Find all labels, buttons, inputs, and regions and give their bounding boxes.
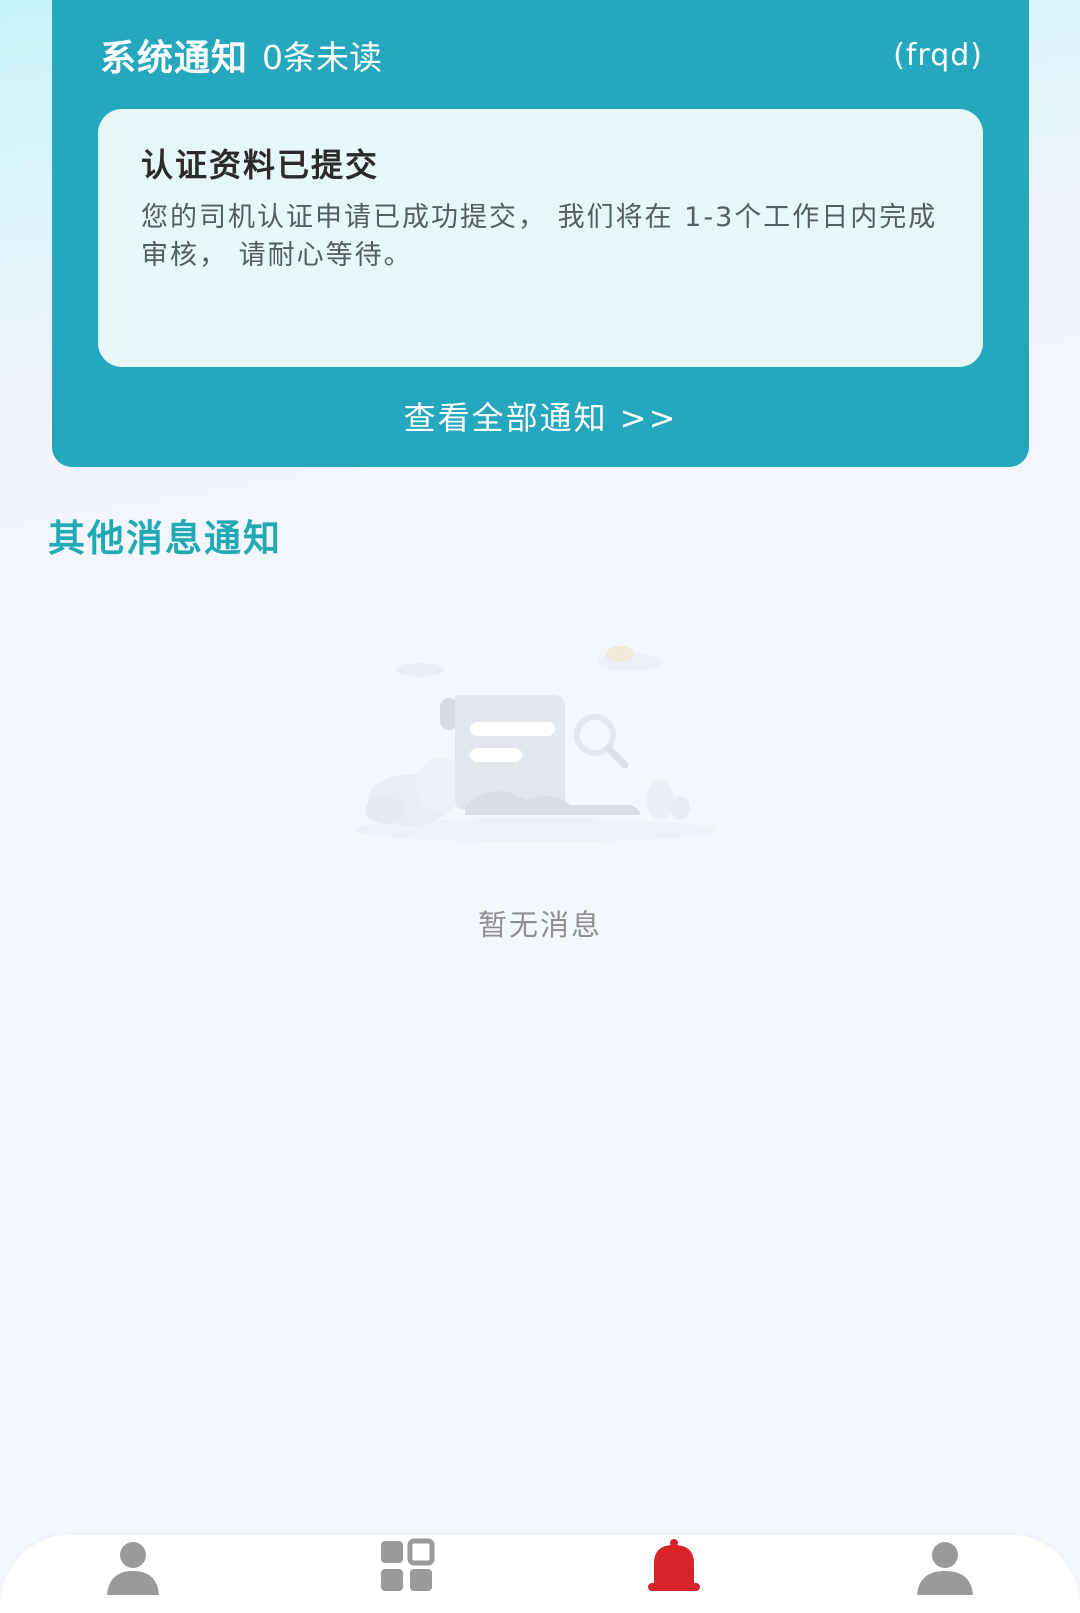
other-messages-title: 其他消息通知 <box>48 517 282 560</box>
empty-message-text: 暂无消息 <box>477 908 602 942</box>
tab-user[interactable] <box>905 1535 985 1613</box>
notice-title: 认证资料已提交 <box>141 146 380 184</box>
tab-person[interactable] <box>93 1535 173 1613</box>
latest-notice-item[interactable]: 认证资料已提交 您的司机认证申请已成功提交， 我们将在 1-3个工作日内完成审核… <box>98 109 983 367</box>
tab-notifications[interactable] <box>634 1535 714 1613</box>
person-icon <box>107 1542 159 1595</box>
user-icon <box>917 1542 973 1595</box>
bell-icon <box>648 1539 700 1591</box>
notice-body: 您的司机认证申请已成功提交， 我们将在 1-3个工作日内完成审核， 请耐心等待。 <box>141 202 938 271</box>
system-notice-header: 系统通知 0条未读 (frqd) <box>100 30 983 80</box>
tab-grid[interactable] <box>366 1535 446 1613</box>
system-notice-card: 系统通知 0条未读 (frqd) 认证资料已提交 您的司机认证申请已成功提交， … <box>52 0 1029 467</box>
view-all-notices-link[interactable]: 查看全部通知 >> <box>52 393 1029 439</box>
system-notice-tag: (frqd) <box>893 37 983 73</box>
system-notice-title: 系统通知 <box>100 38 249 79</box>
empty-document-icon <box>355 640 725 860</box>
bottom-tab-bar <box>0 1535 1080 1613</box>
unread-count: 0条未读 <box>262 38 383 77</box>
grid-icon <box>381 1538 435 1591</box>
